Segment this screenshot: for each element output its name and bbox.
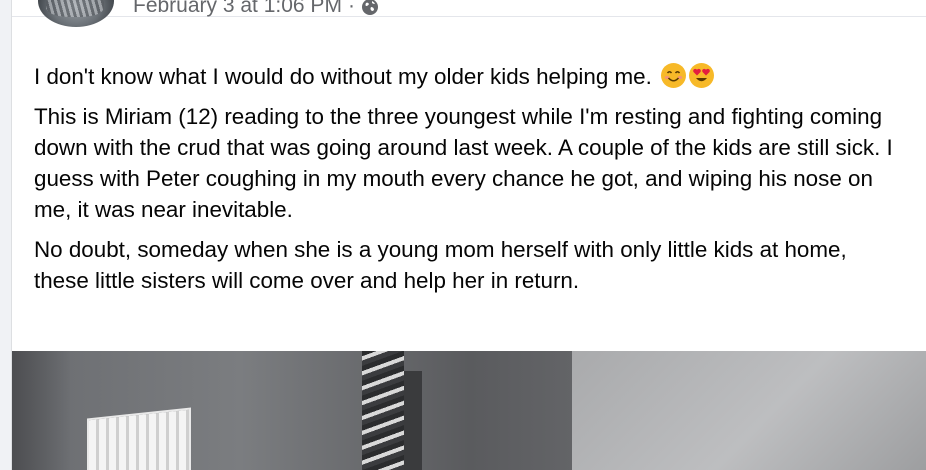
meta-separator: · [347, 0, 355, 17]
post-paragraph: I don't know what I would do without my … [34, 61, 904, 92]
post-card: February 3 at 1:06 PM · I don't know wha… [11, 0, 926, 470]
smiling-face-icon [661, 63, 687, 88]
post-meta: February 3 at 1:06 PM · [133, 0, 379, 25]
post-body: I don't know what I would do without my … [34, 61, 904, 305]
avatar[interactable] [38, 0, 114, 27]
heart-eyes-icon [689, 63, 715, 88]
post-timestamp[interactable]: February 3 at 1:06 PM [133, 0, 342, 18]
post-photo[interactable] [12, 351, 926, 470]
post-paragraph: This is Miriam (12) reading to the three… [34, 104, 893, 222]
globe-icon[interactable] [361, 0, 379, 16]
post-paragraph-text: I don't know what I would do without my … [34, 64, 652, 89]
post-paragraph: No doubt, someday when she is a young mo… [34, 237, 847, 293]
